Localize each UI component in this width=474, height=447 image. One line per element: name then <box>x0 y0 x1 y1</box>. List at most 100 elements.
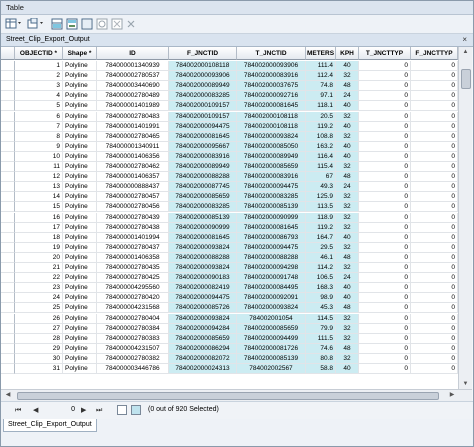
row-selector[interactable] <box>1 121 15 132</box>
table-cell[interactable]: Polyline <box>63 323 97 334</box>
scroll-down-icon[interactable]: ▼ <box>459 379 472 389</box>
table-cell[interactable]: 32 <box>336 353 359 364</box>
table-cell[interactable]: 784002000109157 <box>169 111 237 122</box>
table-cell[interactable]: 32 <box>336 323 359 334</box>
table-cell[interactable]: 49.3 <box>306 182 336 193</box>
table-cell[interactable]: 98.9 <box>306 293 336 304</box>
table-cell[interactable]: 784000000888437 <box>97 182 169 193</box>
table-cell[interactable]: 0 <box>359 101 411 112</box>
horizontal-scroll-thumb[interactable] <box>17 392 439 400</box>
table-cell[interactable]: 784000002780382 <box>97 353 169 364</box>
table-cell[interactable]: 0 <box>411 151 458 162</box>
table-cell[interactable]: 32 <box>336 192 359 203</box>
table-cell[interactable]: 9 <box>15 141 63 152</box>
table-cell[interactable]: 5 <box>15 101 63 112</box>
table-cell[interactable]: 48 <box>336 172 359 183</box>
row-selector[interactable] <box>1 212 15 223</box>
table-cell[interactable]: 28 <box>15 333 63 344</box>
table-cell[interactable]: 784000001406356 <box>97 151 169 162</box>
table-cell[interactable]: Polyline <box>63 81 97 92</box>
table-cell[interactable]: 0 <box>411 71 458 82</box>
table-cell[interactable]: 784000001340939 <box>97 61 169 72</box>
table-cell[interactable]: 0 <box>411 323 458 334</box>
table-cell[interactable]: 784000002780439 <box>97 212 169 223</box>
zoom-to-selected-icon[interactable] <box>96 18 108 30</box>
table-cell[interactable]: 784002000085139 <box>169 212 237 223</box>
table-cell[interactable]: 19 <box>15 242 63 253</box>
table-row[interactable]: 23 Polyline 784000004295560 784002000082419… <box>1 283 458 294</box>
table-cell[interactable]: 3 <box>15 81 63 92</box>
table-cell[interactable]: 32 <box>336 313 359 324</box>
table-cell[interactable]: 114.5 <box>306 313 336 324</box>
scroll-left-icon[interactable]: ◀ <box>2 390 14 401</box>
table-cell[interactable]: 784000001406358 <box>97 252 169 263</box>
table-cell[interactable]: Polyline <box>63 303 97 314</box>
table-row[interactable]: 15 Polyline 784000002780456 784002000083285… <box>1 202 458 213</box>
table-cell[interactable]: 0 <box>359 162 411 173</box>
table-cell[interactable]: 7 <box>15 121 63 132</box>
table-cell[interactable]: 784002000094298 <box>237 263 306 274</box>
column-header[interactable]: Shape * <box>63 47 97 60</box>
table-cell[interactable]: 784002000085139 <box>237 202 306 213</box>
table-cell[interactable]: 784000002780437 <box>97 242 169 253</box>
table-cell[interactable]: 40 <box>336 151 359 162</box>
table-cell[interactable]: 0 <box>411 202 458 213</box>
table-cell[interactable]: 784002000083285 <box>169 202 237 213</box>
table-cell[interactable]: 2 <box>15 71 63 82</box>
table-cell[interactable]: 111.5 <box>306 333 336 344</box>
table-cell[interactable]: 784002000092091 <box>237 293 306 304</box>
table-cell[interactable]: 784000002780457 <box>97 192 169 203</box>
table-cell[interactable]: 113.5 <box>306 202 336 213</box>
table-cell[interactable]: 0 <box>359 121 411 132</box>
table-cell[interactable]: 0 <box>359 141 411 152</box>
table-row[interactable]: 27 Polyline 784000002780384 784002000094284… <box>1 323 458 334</box>
table-cell[interactable]: 23 <box>15 283 63 294</box>
table-cell[interactable]: Polyline <box>63 293 97 304</box>
show-selected-records-icon[interactable] <box>131 405 141 415</box>
table-cell[interactable]: 0 <box>411 182 458 193</box>
table-cell[interactable]: 784002000095667 <box>169 141 237 152</box>
table-row[interactable]: 1 Polyline 784000001340939 784002000108118 7… <box>1 61 458 72</box>
table-cell[interactable]: 24 <box>15 293 63 304</box>
table-cell[interactable]: 784000003440690 <box>97 81 169 92</box>
table-cell[interactable]: 24 <box>336 182 359 193</box>
table-row[interactable]: 12 Polyline 784000001406357 784002000088288… <box>1 172 458 183</box>
row-selector[interactable] <box>1 343 15 354</box>
row-selector[interactable] <box>1 172 15 183</box>
table-cell[interactable]: 26 <box>15 313 63 324</box>
table-cell[interactable]: 0 <box>359 353 411 364</box>
table-cell[interactable]: Polyline <box>63 212 97 223</box>
table-cell[interactable]: 784002000084495 <box>237 283 306 294</box>
table-cell[interactable]: 784002000085659 <box>169 192 237 203</box>
table-cell[interactable]: 0 <box>411 172 458 183</box>
table-cell[interactable]: 784000004295560 <box>97 283 169 294</box>
table-cell[interactable]: Polyline <box>63 172 97 183</box>
table-cell[interactable]: 29.5 <box>306 242 336 253</box>
table-cell[interactable]: 32 <box>336 242 359 253</box>
table-cell[interactable]: 97.1 <box>306 91 336 102</box>
table-cell[interactable]: Polyline <box>63 202 97 213</box>
table-cell[interactable]: 0 <box>359 61 411 72</box>
table-row[interactable]: 6 Polyline 784000002780483 784002000109157 7… <box>1 111 458 122</box>
table-row[interactable]: 2 Polyline 784000002780537 784002000093906 7… <box>1 71 458 82</box>
table-cell[interactable]: 0 <box>359 111 411 122</box>
scroll-right-icon[interactable]: ▶ <box>446 390 458 401</box>
table-cell[interactable]: 784002000108118 <box>237 121 306 132</box>
table-cell[interactable]: 118.9 <box>306 212 336 223</box>
table-cell[interactable]: 48 <box>336 303 359 314</box>
table-cell[interactable]: 784002002567 <box>237 364 306 375</box>
table-cell[interactable]: 0 <box>411 353 458 364</box>
table-options-icon[interactable] <box>5 18 23 30</box>
table-cell[interactable]: Polyline <box>63 192 97 203</box>
table-cell[interactable]: 32 <box>336 202 359 213</box>
table-cell[interactable]: 0 <box>411 303 458 314</box>
table-cell[interactable]: 22 <box>15 273 63 284</box>
table-cell[interactable]: 32 <box>336 222 359 233</box>
table-cell[interactable]: 0 <box>411 313 458 324</box>
table-row[interactable]: 11 Polyline 784000002780462 784002000089949… <box>1 162 458 173</box>
table-cell[interactable]: Polyline <box>63 101 97 112</box>
table-cell[interactable]: 25 <box>15 303 63 314</box>
table-cell[interactable]: 784002000090183 <box>169 273 237 284</box>
scroll-up-icon[interactable]: ▲ <box>459 47 472 57</box>
table-cell[interactable]: 784000001340911 <box>97 141 169 152</box>
